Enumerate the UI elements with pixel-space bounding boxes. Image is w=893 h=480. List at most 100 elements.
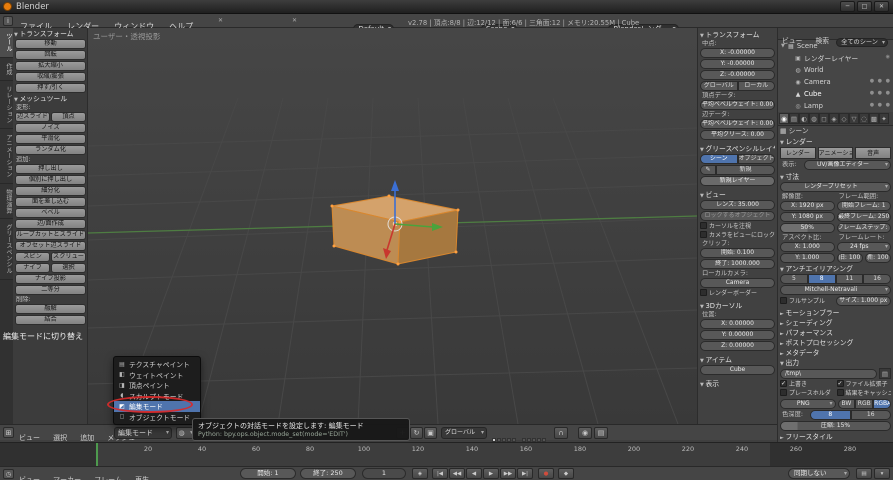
- outliner-row-camera[interactable]: ◉ Camera ● ● ●: [778, 76, 893, 88]
- local-camera-field[interactable]: Camera: [700, 278, 775, 288]
- shrink-fatten-button[interactable]: 収縮/膨張: [15, 72, 86, 82]
- expand-icon[interactable]: ▼: [781, 43, 785, 49]
- depth-8[interactable]: 8: [810, 410, 851, 420]
- restrict-toggles[interactable]: ● ● ●: [870, 78, 891, 84]
- mode-dropdown[interactable]: 編集モード: [114, 427, 172, 439]
- npanel-transform-header[interactable]: トランスフォーム: [700, 30, 775, 40]
- global-toggle[interactable]: グローバル: [700, 81, 738, 91]
- tab-world[interactable]: ◍: [809, 113, 819, 124]
- file-browse-icon[interactable]: ▤: [879, 368, 891, 379]
- tab-texture[interactable]: ▩: [869, 113, 879, 124]
- tab-constraints[interactable]: ◈: [829, 113, 839, 124]
- channel-rgba[interactable]: RGBA: [873, 399, 891, 409]
- noise-button[interactable]: ノイズ: [15, 123, 86, 133]
- preview-range-icon[interactable]: ◈: [412, 468, 428, 479]
- frame-start-field[interactable]: 開始: 1: [240, 468, 296, 479]
- fps-dropdown[interactable]: 24 fps: [837, 242, 892, 252]
- tab-material[interactable]: ◌: [859, 113, 869, 124]
- motion-blur-panel-header[interactable]: モーションブラー: [780, 308, 891, 318]
- outliner-label[interactable]: Scene: [797, 42, 818, 50]
- timeline-playback-menu[interactable]: 再生: [131, 474, 153, 480]
- time-remap-new-field[interactable]: 新: 100: [865, 253, 891, 263]
- timeline-ruler[interactable]: 20 40 60 80 100 120 140 160 180 200 220 …: [0, 442, 893, 466]
- bisect-button[interactable]: 二等分: [15, 285, 86, 295]
- prev-keyframe-button[interactable]: ◀◀: [449, 468, 465, 479]
- spin-button[interactable]: スピン: [15, 252, 50, 262]
- channel-rgb[interactable]: RGB: [855, 399, 873, 409]
- tab-render[interactable]: ◉: [779, 113, 789, 124]
- aspect-y-field[interactable]: Y: 1.000: [780, 253, 835, 263]
- channel-bw[interactable]: BW: [838, 399, 856, 409]
- orientation-dropdown[interactable]: グローバル: [441, 427, 487, 439]
- overwrite-row[interactable]: 上書き: [780, 380, 835, 389]
- outliner-label[interactable]: World: [804, 66, 823, 74]
- scene-close-icon[interactable]: ✕: [292, 17, 297, 24]
- placeholders-row[interactable]: プレースホルダ: [780, 389, 835, 398]
- panel-meshtools-header[interactable]: メッシュツール: [14, 94, 87, 104]
- new-layer-button[interactable]: 新規レイヤー: [700, 176, 775, 186]
- time-remap-old-field[interactable]: 旧: 100: [837, 253, 863, 263]
- randomize-button[interactable]: ランダム化: [15, 145, 86, 155]
- opengl-render-icon[interactable]: ◉: [578, 427, 592, 439]
- resolution-percentage-slider[interactable]: 50%: [780, 223, 835, 233]
- render-border-row[interactable]: レンダーボーダー: [700, 289, 775, 298]
- maximize-button[interactable]: □: [857, 1, 872, 12]
- smooth-button[interactable]: 平滑化: [15, 134, 86, 144]
- lock-camera-checkbox[interactable]: [700, 231, 707, 238]
- tab-tools[interactable]: ツール: [0, 28, 13, 58]
- restrict-toggles[interactable]: ● ● ●: [870, 102, 891, 108]
- offset-edge-slide-button[interactable]: オフセット辺スライド: [15, 241, 86, 251]
- screw-button[interactable]: スクリュー: [51, 252, 86, 262]
- restrict-toggles[interactable]: ● ● ●: [870, 90, 891, 96]
- lock-to-cursor-row[interactable]: カーソルを注視: [700, 222, 775, 231]
- popup-vertex-paint[interactable]: ◨頂点ペイント: [114, 380, 200, 391]
- tab-animation[interactable]: アニメーション: [0, 129, 13, 183]
- npanel-item-header[interactable]: アイテム: [700, 355, 775, 365]
- popup-weight-paint[interactable]: ◧ウェイトペイント: [114, 370, 200, 381]
- render-button[interactable]: レンダー: [780, 147, 816, 159]
- outliner-row-scene[interactable]: ▼ ▦ Scene: [778, 40, 893, 52]
- output-path-field[interactable]: /tmp\: [780, 369, 877, 379]
- aa-samples-11[interactable]: 11: [836, 274, 864, 284]
- local-toggle[interactable]: ローカル: [738, 81, 776, 91]
- full-sample-checkbox[interactable]: [780, 297, 787, 304]
- minimize-button[interactable]: ─: [840, 1, 855, 12]
- jump-to-start-button[interactable]: |◀: [432, 468, 448, 479]
- tab-physics[interactable]: 物理演算: [0, 184, 13, 220]
- tab-render-layers[interactable]: ▤: [789, 113, 799, 124]
- manipulator-rotate-icon[interactable]: ↻: [410, 427, 423, 439]
- aa-samples-16[interactable]: 16: [863, 274, 891, 284]
- cursor-x-field[interactable]: X: 0.00000: [700, 319, 775, 329]
- edge-slide-button[interactable]: 辺スライド: [15, 112, 50, 122]
- lock-to-object-field[interactable]: ロックするオブジェクト: [700, 211, 775, 221]
- gpencil-object-tab[interactable]: オブジェクト: [738, 154, 776, 164]
- frame-step-field[interactable]: フレームステップ: 1: [837, 223, 892, 233]
- compression-slider[interactable]: 圧縮: 15%: [780, 421, 891, 431]
- npanel-3dcursor-header[interactable]: 3Dカーソル: [700, 301, 775, 311]
- knife-button[interactable]: ナイフ: [15, 263, 50, 273]
- timeline-extra-icon-1[interactable]: ▤: [856, 468, 872, 479]
- info-editor-icon[interactable]: i: [3, 16, 13, 26]
- median-x-field[interactable]: X: -0.00000: [700, 48, 775, 58]
- push-pull-button[interactable]: 押す/引く: [15, 83, 86, 93]
- npanel-view-header[interactable]: ビュー: [700, 190, 775, 200]
- item-name-field[interactable]: Cube: [700, 365, 775, 375]
- tab-scene[interactable]: ◐: [799, 113, 809, 124]
- mean-bevel-weight-edge-field[interactable]: 平均ベベルウェイト: 0.00: [700, 119, 775, 129]
- aspect-x-field[interactable]: X: 1.000: [780, 242, 835, 252]
- shading-panel-header[interactable]: シェーディング: [780, 318, 891, 328]
- resolution-x-field[interactable]: X: 1920 px: [780, 201, 835, 211]
- median-z-field[interactable]: Z: -0.00000: [700, 70, 775, 80]
- aa-samples-5[interactable]: 5: [780, 274, 808, 284]
- lock-cursor-checkbox[interactable]: [700, 222, 707, 229]
- current-frame-indicator[interactable]: [96, 443, 98, 466]
- tab-grease-pencil[interactable]: グリースペンシル: [0, 219, 13, 280]
- performance-panel-header[interactable]: パフォーマンス: [780, 328, 891, 338]
- gpencil-scene-tab[interactable]: シーン: [700, 154, 738, 164]
- tab-relations[interactable]: リレーション: [0, 81, 13, 129]
- aa-size-field[interactable]: サイズ: 1.000 px: [836, 296, 892, 306]
- tab-physics[interactable]: ✦: [879, 113, 889, 124]
- full-sample-row[interactable]: フルサンプル: [780, 297, 834, 306]
- outliner-row-world[interactable]: ◍ World: [778, 64, 893, 76]
- outliner-label[interactable]: Camera: [804, 78, 831, 86]
